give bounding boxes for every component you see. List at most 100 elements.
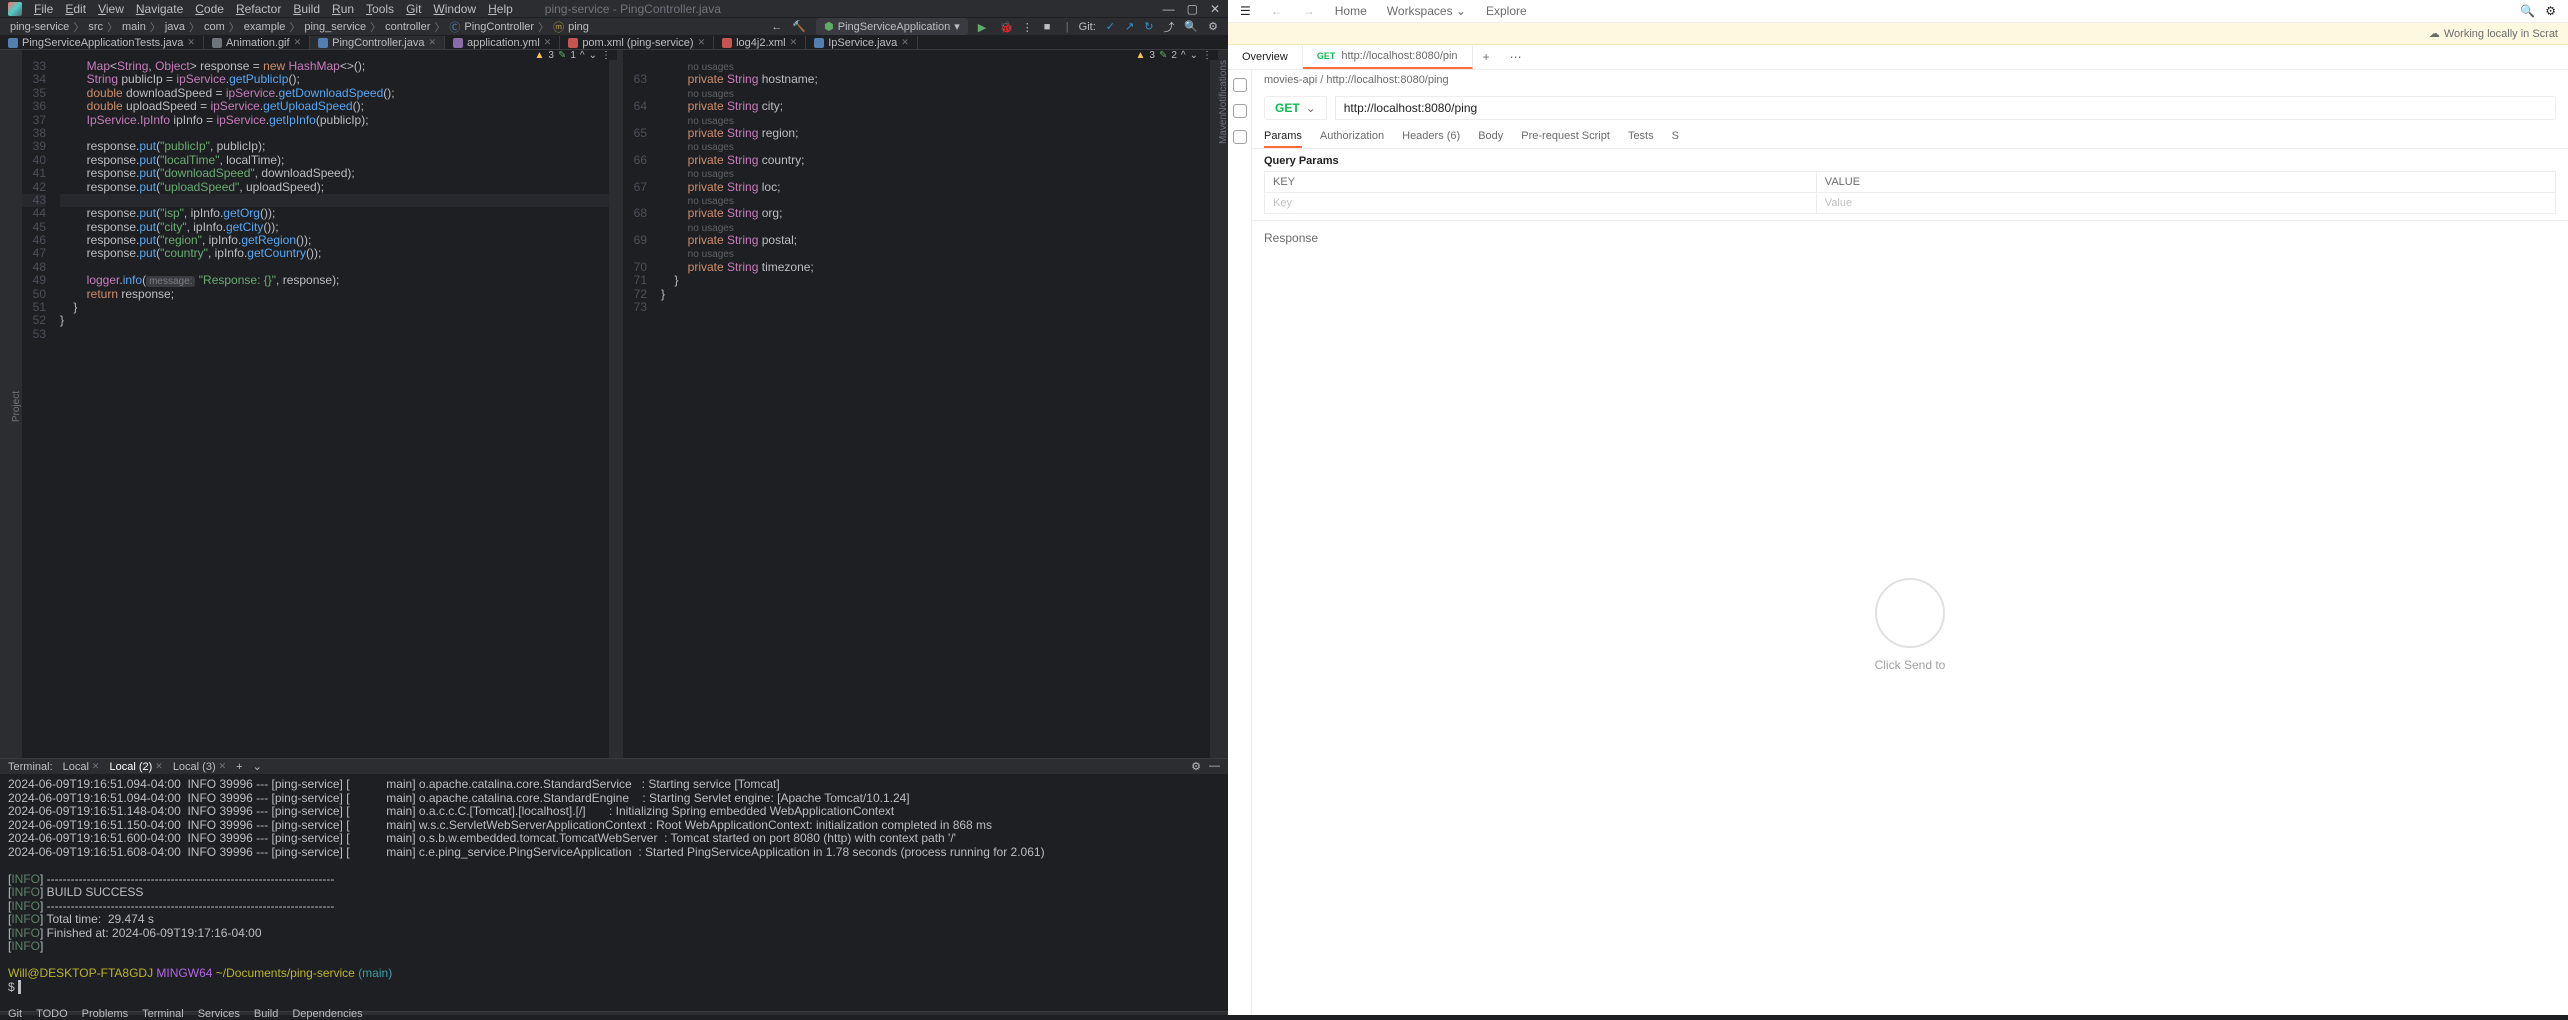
chevron-down-icon[interactable]: ⌄ <box>1190 50 1198 61</box>
terminal-hide-icon[interactable]: — <box>1209 760 1220 773</box>
close-icon[interactable]: ✕ <box>155 761 163 772</box>
maximize-icon[interactable]: ▢ <box>1187 2 1198 16</box>
status-terminal[interactable]: Terminal <box>142 1008 184 1020</box>
code-area[interactable]: Map<String, Object> response = new HashM… <box>52 60 609 758</box>
add-terminal-icon[interactable]: + <box>236 761 242 773</box>
new-tab-button[interactable]: + <box>1473 45 1500 69</box>
menu-file[interactable]: File <box>34 2 53 16</box>
collections-icon[interactable] <box>1233 78 1247 92</box>
key-input[interactable]: Key <box>1265 193 1817 214</box>
breadcrumb-segment[interactable]: ping_service <box>304 21 366 33</box>
reqtab-s[interactable]: S <box>1672 126 1679 148</box>
close-tab-icon[interactable]: ✕ <box>428 37 436 48</box>
settings-icon[interactable]: ⚙ <box>1208 20 1218 33</box>
tool-commit[interactable]: Commit <box>0 390 3 424</box>
breadcrumb-segment[interactable]: main <box>122 21 146 33</box>
back-icon[interactable]: ← <box>771 21 782 33</box>
status-todo[interactable]: TODO <box>36 1008 68 1020</box>
menu-build[interactable]: Build <box>293 2 320 16</box>
nav-explore[interactable]: Explore <box>1486 4 1527 18</box>
close-icon[interactable]: ✕ <box>92 761 100 772</box>
reqtab-tests[interactable]: Tests <box>1628 126 1654 148</box>
request-breadcrumb[interactable]: movies-api / http://localhost:8080/ping <box>1252 70 2568 90</box>
history-icon[interactable] <box>1233 130 1247 144</box>
minimize-icon[interactable]: — <box>1163 2 1175 16</box>
close-icon[interactable]: ✕ <box>219 761 227 772</box>
breadcrumb-segment[interactable]: ping <box>568 21 589 33</box>
git-update-icon[interactable]: ↻ <box>1144 20 1153 33</box>
reqtab-headers[interactable]: Headers (6) <box>1402 126 1460 148</box>
status-dependencies[interactable]: Dependencies <box>292 1008 362 1020</box>
nav-workspaces[interactable]: Workspaces ⌄ <box>1387 4 1466 18</box>
menu-code[interactable]: Code <box>195 2 224 16</box>
close-tab-icon[interactable]: ✕ <box>790 37 798 48</box>
more-icon[interactable]: ⋮ <box>1202 50 1212 61</box>
close-tab-icon[interactable]: ✕ <box>698 37 706 48</box>
close-tab-icon[interactable]: ✕ <box>294 37 302 48</box>
breadcrumb-segment[interactable]: java <box>165 21 185 33</box>
terminal-body[interactable]: 2024-06-09T19:16:51.094-04:00 INFO 39996… <box>0 774 1228 1011</box>
breadcrumb-segment[interactable]: com <box>204 21 225 33</box>
editor-tab[interactable]: log4j2.xml✕ <box>714 36 806 49</box>
status-git[interactable]: Git <box>8 1008 22 1020</box>
menu-run[interactable]: Run <box>332 2 354 16</box>
environments-icon[interactable] <box>1233 104 1247 118</box>
reqtab-params[interactable]: Params <box>1264 126 1302 148</box>
terminal-tab[interactable]: Local (3)✕ <box>173 761 226 773</box>
chevron-up-icon[interactable]: ^ <box>580 50 585 61</box>
search-icon[interactable]: 🔍 <box>2520 4 2535 18</box>
chevron-down-icon[interactable]: ⌄ <box>589 50 597 61</box>
status-problems[interactable]: Problems <box>82 1008 128 1020</box>
tab-overview[interactable]: Overview <box>1228 45 1303 69</box>
reqtab-body[interactable]: Body <box>1478 126 1503 148</box>
git-more-icon[interactable]: ⤴ <box>1163 19 1174 35</box>
reqtab-authorization[interactable]: Authorization <box>1320 126 1384 148</box>
breadcrumb-segment[interactable]: ping-service <box>10 21 69 33</box>
close-icon[interactable]: ✕ <box>1210 2 1220 16</box>
tab-request[interactable]: GET http://localhost:8080/pin <box>1303 45 1473 69</box>
value-input[interactable]: Value <box>1816 193 2555 214</box>
tool-project[interactable]: Project <box>11 391 22 422</box>
terminal-settings-icon[interactable]: ⚙ <box>1191 760 1201 773</box>
breadcrumb-segment[interactable]: src <box>88 21 103 33</box>
git-push-icon[interactable]: ↗ <box>1125 20 1134 33</box>
warning-icon[interactable]: ▲ <box>1135 50 1145 61</box>
back-icon[interactable]: ← <box>1271 4 1283 18</box>
nav-home[interactable]: Home <box>1335 4 1367 18</box>
chevron-up-icon[interactable]: ^ <box>1181 50 1186 61</box>
breadcrumb[interactable]: ping-service〉src〉main〉java〉com〉example〉p… <box>10 19 589 35</box>
close-tab-icon[interactable]: ✕ <box>187 37 195 48</box>
terminal-tab[interactable]: Local✕ <box>63 761 100 773</box>
breadcrumb-segment[interactable]: controller <box>385 21 430 33</box>
menu-window[interactable]: Window <box>433 2 476 16</box>
forward-icon[interactable]: → <box>1303 4 1315 18</box>
menu-help[interactable]: Help <box>488 2 513 16</box>
method-selector[interactable]: GET⌄ <box>1264 96 1327 120</box>
terminal-dropdown-icon[interactable]: ⌄ <box>253 760 262 773</box>
run-config-selector[interactable]: ⬢ PingServiceApplication ▾ <box>816 18 968 35</box>
left-editor[interactable]: ▲3 ✎1 ^ ⌄ ⋮ 3334353637383940414243444546… <box>22 50 617 758</box>
editor-tab[interactable]: pom.xml (ping-service)✕ <box>560 36 714 49</box>
more-icon[interactable]: ⋮ <box>601 50 611 61</box>
more-actions-icon[interactable]: ⋮ <box>1022 21 1034 33</box>
gutter[interactable]: 6364656667686970717273 <box>623 60 653 758</box>
settings-icon[interactable]: ⚙ <box>2545 4 2556 18</box>
hammer-icon[interactable]: 🔨 <box>792 20 806 33</box>
close-tab-icon[interactable]: ✕ <box>901 37 909 48</box>
menu-tools[interactable]: Tools <box>366 2 394 16</box>
debug-icon[interactable]: 🐞 <box>1000 21 1012 33</box>
terminal-tab[interactable]: Local (2)✕ <box>109 761 162 773</box>
editor-tab[interactable]: PingServiceApplicationTests.java✕ <box>0 36 204 49</box>
close-tab-icon[interactable]: ✕ <box>544 37 552 48</box>
url-input[interactable]: http://localhost:8080/ping <box>1335 96 2556 120</box>
menu-edit[interactable]: Edit <box>65 2 86 16</box>
menu-refactor[interactable]: Refactor <box>236 2 281 16</box>
menu-git[interactable]: Git <box>406 2 421 16</box>
reqtab-prerequestscript[interactable]: Pre-request Script <box>1521 126 1610 148</box>
menu-navigate[interactable]: Navigate <box>136 2 183 16</box>
editor-tab[interactable]: IpService.java✕ <box>806 36 918 49</box>
typo-icon[interactable]: ✎ <box>1159 50 1167 61</box>
tool-maven[interactable]: Maven <box>1218 114 1229 144</box>
editor-tab[interactable]: application.yml✕ <box>445 36 560 49</box>
search-icon[interactable]: 🔍 <box>1184 20 1198 33</box>
